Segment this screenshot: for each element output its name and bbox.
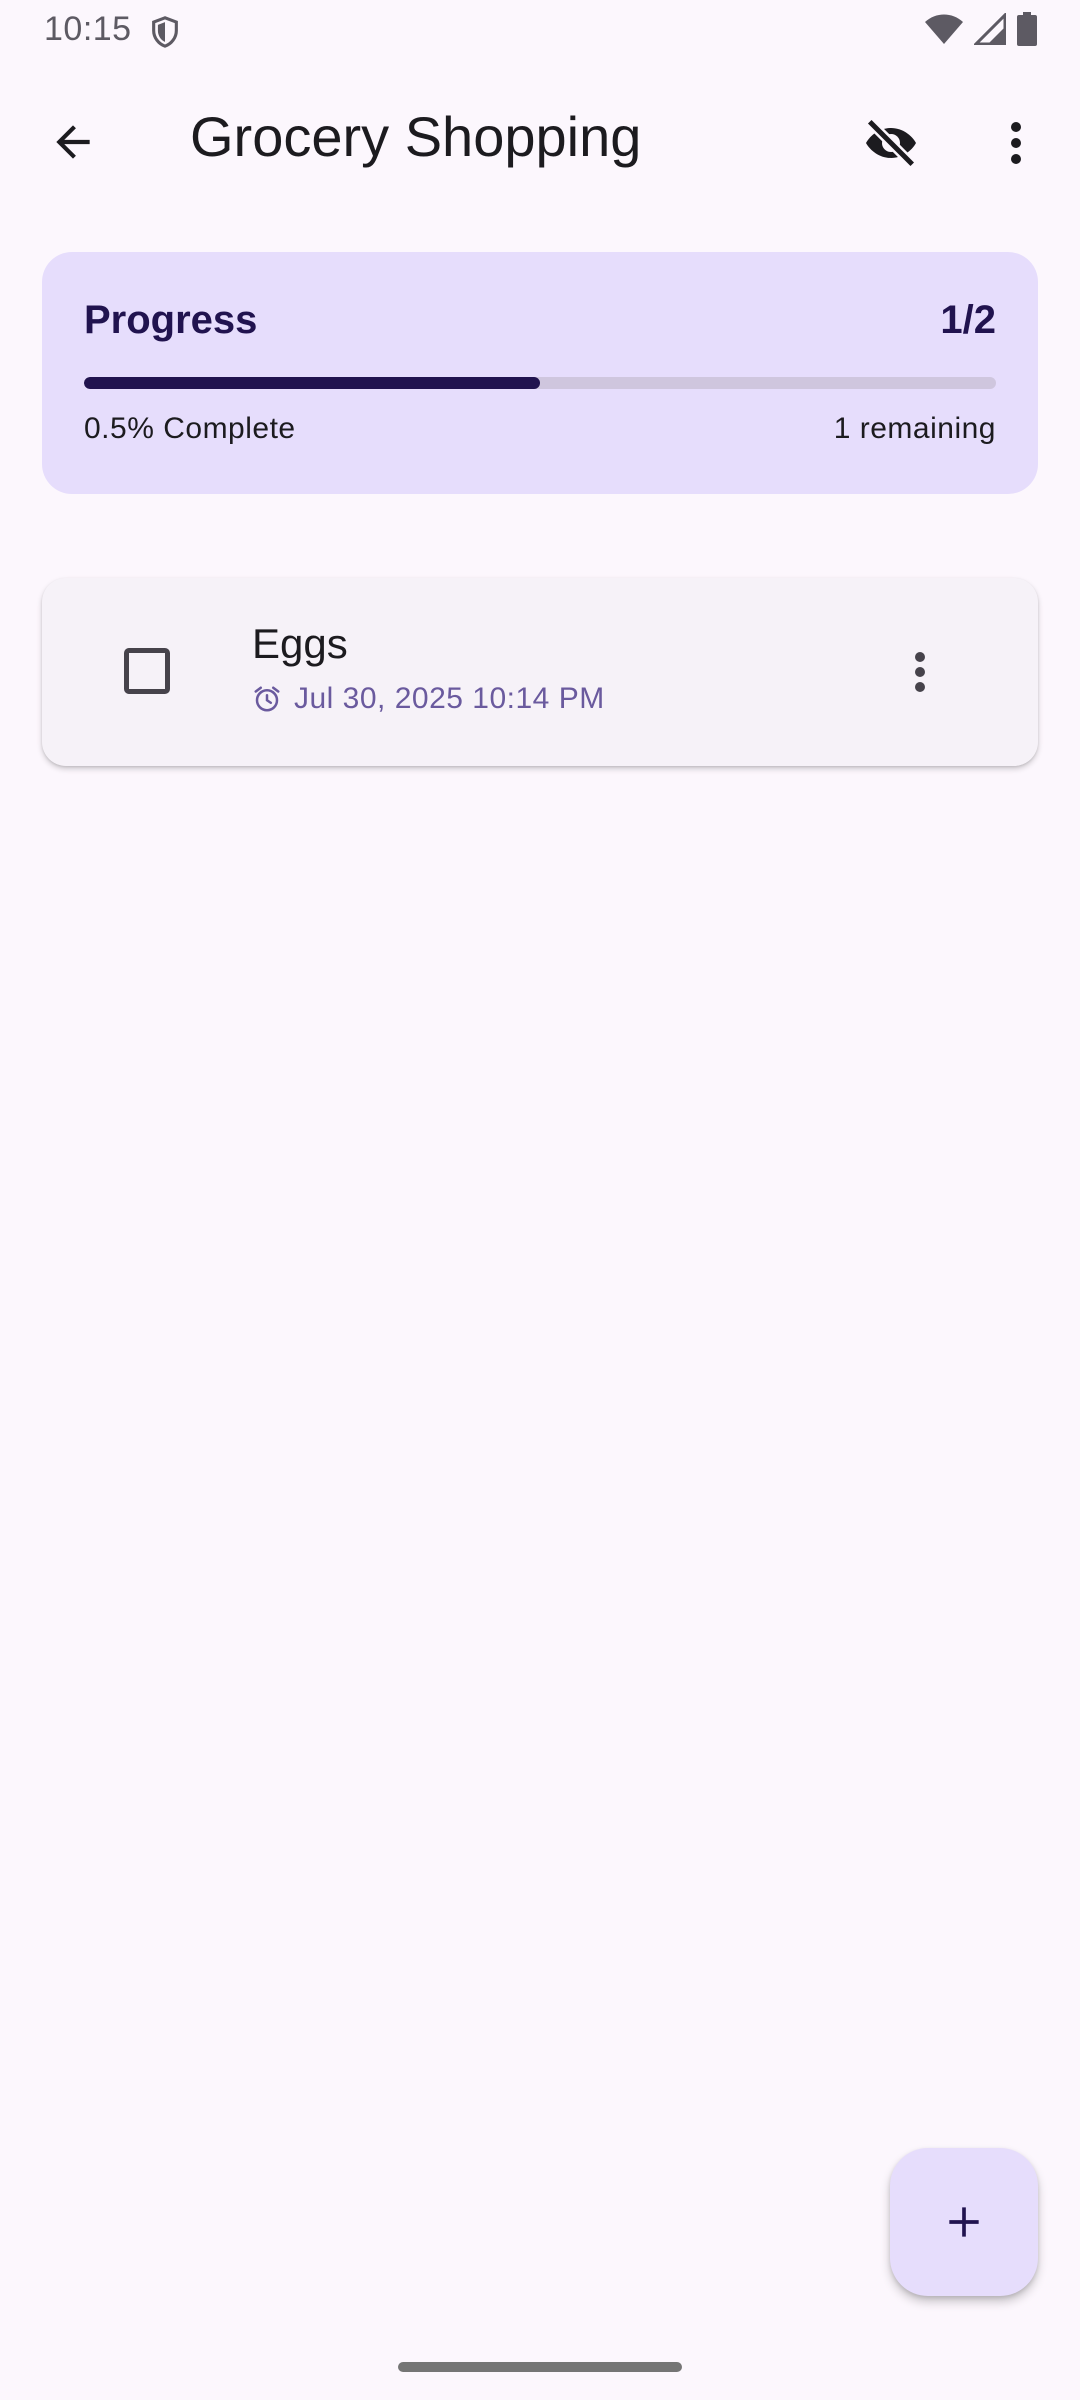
task-menu-button[interactable]: [880, 626, 960, 718]
task-checkbox[interactable]: [124, 648, 170, 694]
visibility-off-icon: [866, 118, 916, 168]
top-app-bar: Grocery Shopping: [0, 74, 1080, 200]
shield-icon: [152, 16, 178, 48]
cellular-signal-icon: [974, 13, 1006, 45]
hide-completed-button[interactable]: [846, 98, 936, 188]
add-task-button[interactable]: [890, 2148, 1038, 2296]
more-options-button[interactable]: [974, 98, 1058, 188]
page-title: Grocery Shopping: [190, 105, 642, 168]
status-icons: [924, 12, 1038, 46]
progress-complete-label: 0.5% Complete: [84, 412, 296, 445]
progress-remaining-label: 1 remaining: [833, 412, 996, 445]
more-vert-icon: [1011, 122, 1021, 164]
task-due-text: Jul 30, 2025 10:14 PM: [294, 682, 605, 715]
progress-card: Progress 1/2 0.5% Complete 1 remaining: [42, 252, 1038, 494]
back-button[interactable]: [30, 99, 116, 185]
more-vert-icon: [915, 652, 925, 692]
arrow-back-icon: [56, 125, 90, 159]
status-bar: 10:15: [0, 0, 1080, 64]
progress-bar: [84, 377, 996, 389]
add-icon: [949, 2207, 979, 2237]
battery-icon: [1017, 12, 1037, 46]
home-indicator[interactable]: [398, 2362, 682, 2372]
task-due: Jul 30, 2025 10:14 PM: [252, 682, 605, 716]
task-name: Eggs: [252, 620, 348, 667]
list-item[interactable]: Eggs Jul 30, 2025 10:14 PM: [42, 578, 1038, 766]
progress-count: 1/2: [940, 298, 996, 342]
progress-title: Progress: [84, 298, 258, 342]
wifi-icon: [925, 14, 963, 44]
progress-bar-fill: [84, 377, 540, 389]
status-time: 10:15: [44, 10, 132, 48]
alarm-icon: [254, 686, 280, 712]
